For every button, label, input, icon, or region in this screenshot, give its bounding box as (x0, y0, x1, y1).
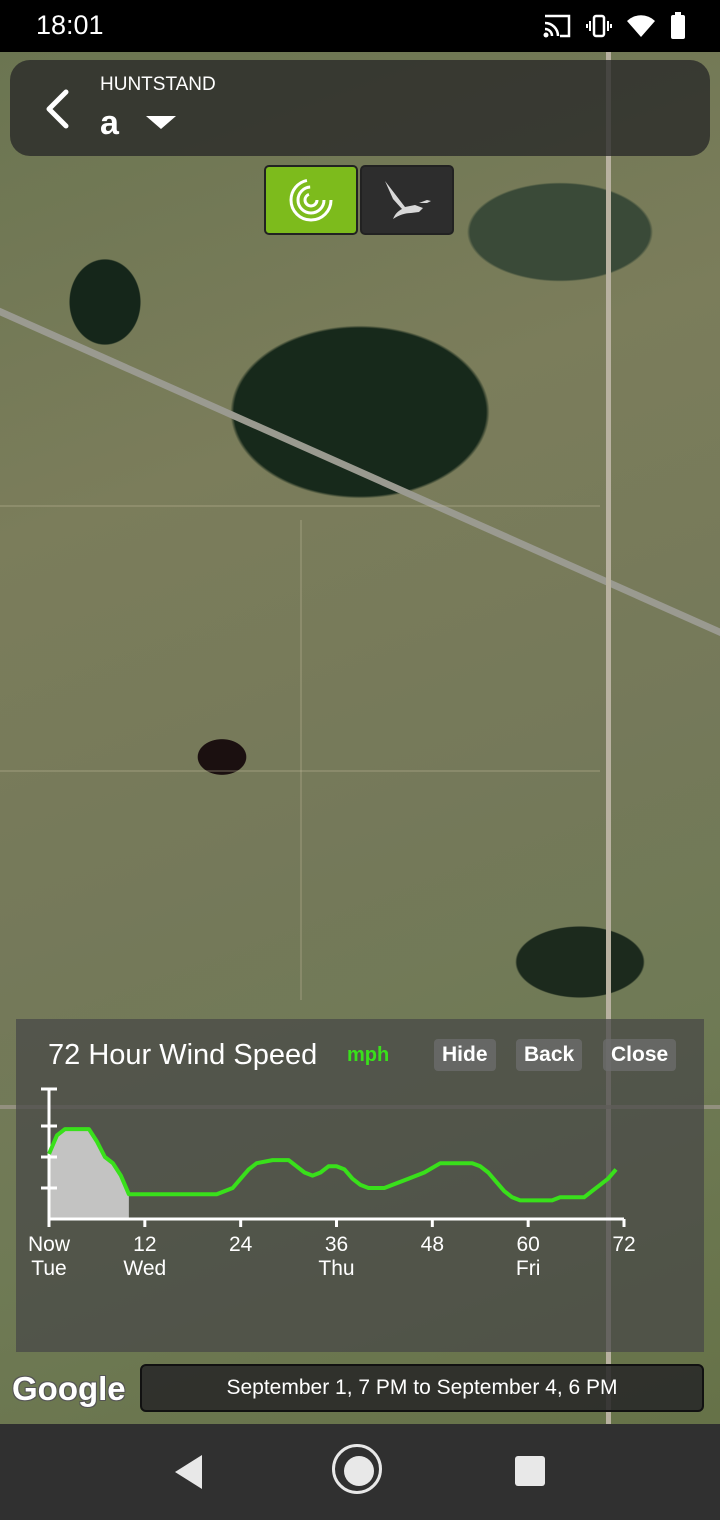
map-field-line (300, 520, 302, 1000)
history-area (49, 1129, 129, 1219)
day-label: Fri (516, 1257, 541, 1279)
wifi-icon (626, 14, 656, 42)
battery-icon (670, 12, 686, 44)
status-bar: 18:01 (0, 0, 720, 52)
goose-icon (385, 181, 431, 219)
app-name: HUNTSTAND (100, 74, 216, 95)
wind-speed-chart: Now 12 24 36 48 60 72 Tue Wed Thu Fri (28, 1087, 636, 1279)
wind-forecast-panel: 72 Hour Wind Speed mph Hide Back Close N… (16, 1019, 704, 1352)
back-triangle-icon[interactable] (175, 1455, 202, 1489)
x-tick-label: 24 (229, 1233, 253, 1256)
x-tick-label: 36 (325, 1233, 348, 1256)
x-tick-label: 60 (516, 1233, 539, 1256)
hide-button[interactable]: Hide (434, 1039, 496, 1071)
map-name[interactable]: a (100, 104, 119, 143)
x-tick-label: Now (28, 1233, 71, 1256)
wind-speed-line (47, 1127, 618, 1203)
back-button[interactable] (32, 82, 82, 136)
wind-target-icon (289, 178, 333, 222)
back-panel-button[interactable]: Back (516, 1039, 583, 1071)
day-label: Wed (123, 1257, 166, 1279)
map-field-line (0, 505, 600, 507)
layer-mode-toggle (264, 165, 454, 235)
status-time: 18:01 (36, 10, 104, 40)
recents-square-icon[interactable] (515, 1456, 545, 1486)
day-label: Tue (31, 1257, 66, 1279)
close-button[interactable]: Close (603, 1039, 677, 1071)
day-label: Thu (318, 1257, 354, 1279)
status-icons (542, 12, 686, 44)
date-range-bar: September 1, 7 PM to September 4, 6 PM (140, 1364, 704, 1412)
vibrate-icon (586, 13, 612, 43)
wind-mode-button[interactable] (264, 165, 358, 235)
map-header: HUNTSTAND a (10, 60, 710, 156)
caret-down-icon[interactable] (146, 116, 176, 129)
waterfowl-mode-button[interactable] (360, 165, 454, 235)
wind-panel-title: 72 Hour Wind Speed (48, 1039, 318, 1071)
wind-unit-label: mph (347, 1044, 390, 1066)
x-tick-label: 12 (133, 1233, 156, 1256)
chevron-left-icon (46, 89, 69, 129)
google-logo: Google (12, 1370, 126, 1407)
x-tick-label: 48 (421, 1233, 444, 1256)
x-tick-label: 72 (612, 1233, 635, 1256)
home-circle-inner (344, 1456, 374, 1486)
cast-icon (542, 13, 572, 43)
